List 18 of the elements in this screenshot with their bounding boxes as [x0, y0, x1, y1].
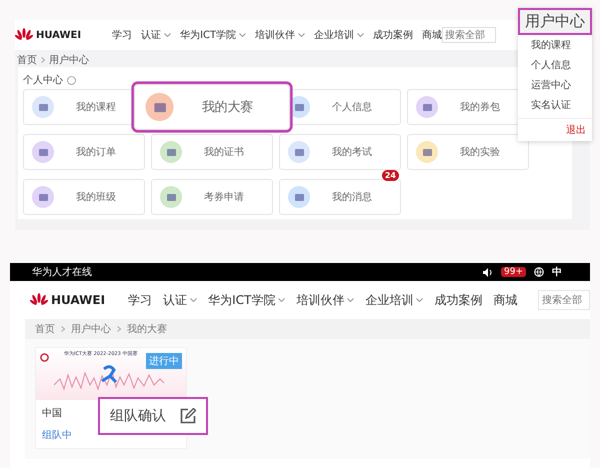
site-title: 华为人才在线	[32, 266, 92, 279]
tile-label: 我的券包	[460, 100, 500, 114]
brand-name: HUAWEI	[51, 293, 106, 307]
section-title: 个人中心	[23, 74, 63, 87]
competition-region: 中国	[42, 408, 62, 419]
tile-label: 个人信息	[332, 100, 372, 114]
tile-label: 我的证书	[204, 146, 244, 159]
tile-label: 我的班级	[76, 190, 116, 204]
status-badge: 进行中	[146, 353, 182, 369]
tile-label: 我的大赛	[202, 99, 253, 116]
count-badge: 24	[382, 170, 399, 181]
tile-label: 我的订单	[76, 146, 116, 159]
tile-label: 我的课程	[76, 100, 116, 114]
tile-label: 我的实验	[460, 146, 500, 159]
brand-name: HUAWEI	[36, 30, 82, 40]
tile-label: 我的消息	[332, 190, 372, 204]
tile-label: 我的考试	[332, 146, 372, 159]
tile-label: 考券申请	[204, 190, 244, 204]
